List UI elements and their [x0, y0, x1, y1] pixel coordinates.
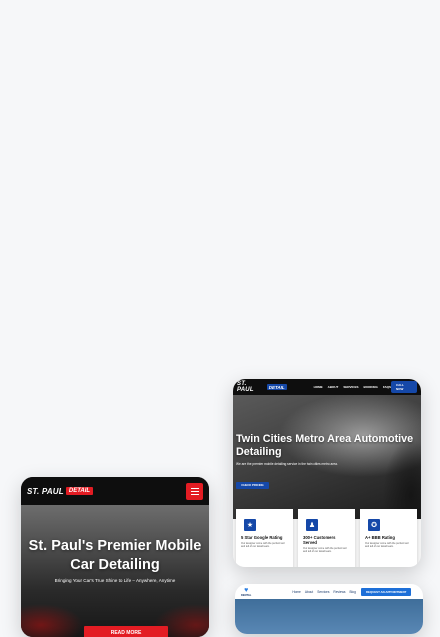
mobile-header: ST. PAUL DETAIL [21, 477, 209, 505]
hamburger-menu-icon[interactable] [186, 482, 203, 500]
desktop-site-preview: ST. PAUL DETAIL HOME ABOUT SERVICES BOOK… [233, 379, 421, 567]
user-icon: ♟ [306, 519, 318, 531]
mobile-hero: St. Paul's Premier Mobile Car Detailing … [21, 505, 209, 637]
desktop-navbar: ST. PAUL DETAIL HOME ABOUT SERVICES BOOK… [233, 379, 421, 395]
dental-site-preview: ♥ DENTAL Home About Services Reviews Blo… [235, 584, 423, 634]
feature-card: ★ 5 Star Google Rating Our designer come… [236, 509, 293, 567]
dental-nav-services[interactable]: Services [317, 590, 329, 594]
feature-title: 300+ Customers Served [303, 535, 336, 545]
feature-card: ✪ A+ BBB Rating Our designer come with t… [360, 509, 417, 567]
dental-nav-reviews[interactable]: Reviews [333, 590, 345, 594]
nav-faqs[interactable]: FAQS [383, 385, 391, 389]
tooth-icon: ♥ [244, 586, 249, 594]
feature-description: Our designer come with the perfect tool … [365, 542, 409, 549]
st-paul-detail-logo: ST. PAUL DETAIL [27, 486, 94, 496]
mobile-site-preview: ST. PAUL DETAIL St. Paul's Premier Mobil… [21, 477, 209, 637]
dental-logo-text: DENTAL [241, 593, 252, 597]
logo-badge: DETAIL [65, 487, 94, 495]
desktop-hero-subtitle: We are the premier mobile detailing serv… [236, 462, 338, 466]
dental-logo: ♥ DENTAL [241, 587, 251, 597]
badge-icon: ✪ [368, 519, 380, 531]
star-icon: ★ [244, 519, 256, 531]
logo-text: ST. PAUL [27, 486, 64, 496]
nav-home[interactable]: HOME [314, 385, 323, 389]
nav-about[interactable]: ABOUT [328, 385, 339, 389]
mobile-hero-subtitle: Bringing Your Car's True Shine to Life –… [54, 578, 176, 583]
nav-booking[interactable]: BOOKING [363, 385, 377, 389]
feature-title: 5 Star Google Rating [241, 535, 283, 540]
dental-navbar: ♥ DENTAL Home About Services Reviews Blo… [235, 584, 423, 599]
logo-text: ST. PAUL [237, 381, 254, 393]
call-now-button[interactable]: CALL NOW [390, 381, 417, 393]
desktop-hero-title: Twin Cities Metro Area Automotive Detail… [236, 433, 414, 458]
feature-card: ♟ 300+ Customers Served Our designer com… [298, 509, 355, 567]
read-more-button[interactable]: READ MORE [84, 626, 168, 637]
st-paul-detail-logo: ST. PAUL DETAIL [237, 381, 287, 393]
desktop-hero: Twin Cities Metro Area Automotive Detail… [233, 395, 421, 519]
dental-nav-links: Home About Services Reviews Blog [292, 590, 356, 594]
nav-services[interactable]: SERVICES [343, 385, 358, 389]
dental-hero [235, 599, 423, 634]
dental-nav-home[interactable]: Home [292, 590, 301, 594]
feature-description: Our designer come with the perfect tool … [303, 547, 347, 554]
nav-links: HOME ABOUT SERVICES BOOKING FAQS [314, 385, 391, 389]
feature-title: A+ BBB Rating [365, 535, 395, 540]
request-appointment-button[interactable]: REQUEST AN APPOINTMENT [360, 587, 412, 596]
dental-nav-about[interactable]: About [305, 590, 313, 594]
feature-description: Our designer come with the perfect tool … [241, 542, 285, 549]
mobile-hero-title: St. Paul's Premier Mobile Car Detailing [28, 538, 202, 573]
check-pricing-button[interactable]: CHECK PRICING [236, 482, 269, 489]
dental-nav-blog[interactable]: Blog [349, 590, 355, 594]
logo-badge: DETAIL [266, 384, 287, 390]
